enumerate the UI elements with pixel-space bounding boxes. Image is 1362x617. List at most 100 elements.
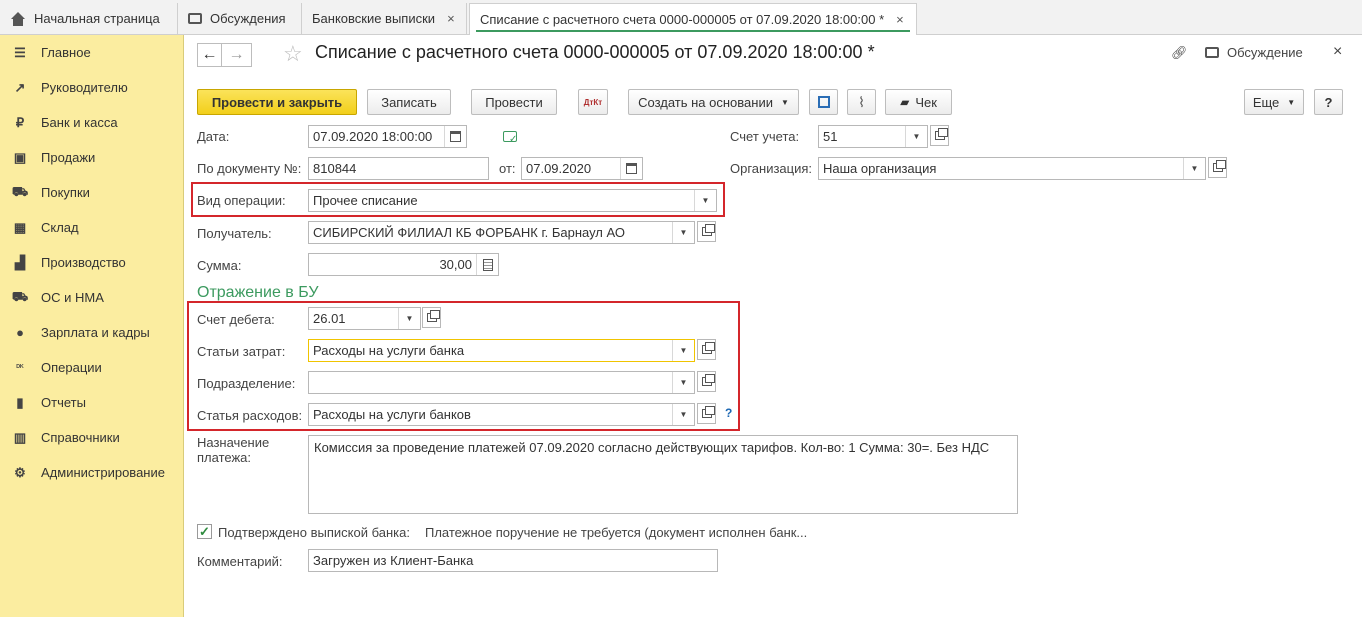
receipt-button[interactable]: ▰ Чек [885,89,952,115]
expense-item-field[interactable]: Расходы на услуги банков ▼ [308,403,695,426]
sum-field[interactable]: 30,00 [308,253,499,276]
document-form: ← → ☆ Списание с расчетного счета 0000-0… [185,35,1362,617]
open-cost-items-button[interactable] [697,339,716,360]
open-debit-account-button[interactable] [422,307,441,328]
dropdown-button[interactable]: ▼ [398,308,420,329]
doc-number-field[interactable]: 810844 [308,157,489,180]
comment-field[interactable]: Загружен из Клиент-Банка [308,549,718,572]
discussion-button[interactable]: Обсуждение [1205,45,1303,60]
debit-account-field[interactable]: 26.01 ▼ [308,307,421,330]
calculator-icon [482,258,493,271]
dt-kt-button[interactable]: ДтКт [578,89,608,115]
dropdown-button[interactable]: ▼ [694,190,716,211]
sidebar-item[interactable]: ᴰᴷ Операции [0,350,184,385]
from-date-field[interactable]: 07.09.2020 [521,157,643,180]
arrow-left-icon: ← [201,46,218,63]
account-label: Счет учета: [730,129,800,144]
attach-button[interactable]: ⌇ [847,89,876,115]
operation-type-field[interactable]: Прочее списание ▼ [308,189,717,212]
dropdown-button[interactable]: ▼ [672,222,694,243]
sidebar-item-label: Главное [41,45,91,60]
tab-write-off-document[interactable]: Списание с расчетного счета 0000-000005 … [469,3,917,35]
calendar-button[interactable] [444,126,466,147]
close-form-button[interactable]: × [1333,43,1342,61]
confirmed-note[interactable]: Платежное поручение не требуется (докуме… [425,525,807,540]
recipient-field[interactable]: СИБИРСКИЙ ФИЛИАЛ КБ ФОРБАНК г. Барнаул А… [308,221,695,244]
sidebar-item[interactable]: ▮ Отчеты [0,385,184,420]
tab-home[interactable]: Начальная страница [0,3,178,34]
date-field[interactable]: 07.09.2020 18:00:00 [308,125,467,148]
division-field[interactable]: ▼ [308,371,695,394]
open-account-button[interactable] [930,125,949,146]
tab-discussions[interactable]: Обсуждения [178,3,302,34]
confirmed-label: Подтверждено выпиской банка: [218,525,410,540]
tab-label: Банковские выписки [312,11,436,26]
cost-items-value: Расходы на услуги банка [313,343,465,358]
section-title: Отражение в БУ [197,284,319,301]
save-button[interactable]: Записать [367,89,451,115]
dropdown-button[interactable]: ▼ [672,372,694,393]
discussion-label: Обсуждение [1227,45,1303,60]
purpose-textarea[interactable]: Комиссия за проведение платежей 07.09.20… [308,435,1018,514]
link-icon[interactable]: 🔗︎ [1171,45,1188,61]
sidebar-item-label: Банк и касса [41,115,118,130]
close-icon[interactable]: × [447,11,455,26]
help-icon[interactable]: ? [725,406,732,420]
cost-items-field[interactable]: Расходы на услуги банка ▼ [308,339,695,362]
dropdown-button[interactable]: ▼ [672,404,694,425]
debit-account-label: Счет дебета: [197,312,275,327]
more-button[interactable]: Еще ▼ [1244,89,1304,115]
sidebar-item[interactable]: ● Зарплата и кадры [0,315,184,350]
favorite-star-icon[interactable]: ☆ [283,41,303,67]
gear-icon: ⚙ [14,464,26,480]
open-icon [701,342,715,354]
help-button[interactable]: ? [1314,89,1343,115]
calendar-icon [450,131,461,142]
structure-button[interactable] [809,89,838,115]
calculator-button[interactable] [476,254,498,275]
sidebar-item[interactable]: ₽ Банк и касса [0,105,184,140]
sidebar-item[interactable]: ▦ Склад [0,210,184,245]
open-icon [1212,160,1226,172]
dropdown-button[interactable]: ▼ [672,340,694,361]
open-expense-item-button[interactable] [697,403,716,424]
sidebar-item[interactable]: ⛟ Покупки [0,175,184,210]
account-field[interactable]: 51 ▼ [818,125,928,148]
sidebar: ☰ Главное ↗ Руководителю ₽ Банк и касса ▣ Прода… [0,35,184,617]
division-label: Подразделение: [197,376,296,391]
sidebar-item[interactable]: ☰ Главное [0,35,184,70]
forward-button[interactable]: → [222,43,252,67]
create-based-on-button[interactable]: Создать на основании ▼ [628,89,799,115]
open-recipient-button[interactable] [697,221,716,242]
open-organization-button[interactable] [1208,157,1227,178]
close-icon[interactable]: × [896,12,904,27]
open-icon [701,224,715,236]
debit-account-value: 26.01 [313,311,346,326]
account-value: 51 [823,129,838,144]
organization-field[interactable]: Наша организация ▼ [818,157,1206,180]
ruble-icon: ₽ [15,114,25,130]
tab-bank-statements[interactable]: Банковские выписки × [302,3,467,34]
person-icon: ● [16,325,24,340]
sidebar-item[interactable]: ▟ Производство [0,245,184,280]
back-button[interactable]: ← [197,43,222,67]
sidebar-item[interactable]: ▣ Продажи [0,140,184,175]
bar-chart-icon: ▮ [16,394,24,410]
sidebar-item[interactable]: ▥ Справочники [0,420,184,455]
sidebar-item[interactable]: ⛟ ОС и НМА [0,280,184,315]
sidebar-item[interactable]: ⚙ Администрирование [0,455,184,490]
dropdown-button[interactable]: ▼ [905,126,927,147]
sidebar-item-label: Производство [41,255,126,270]
open-division-button[interactable] [697,371,716,392]
purpose-label-line2: платежа: [197,450,251,465]
dropdown-caret-icon: ▼ [780,97,789,107]
home-icon [10,11,26,26]
calendar-button[interactable] [620,158,642,179]
warehouse-icon: ▦ [13,219,27,235]
dropdown-button[interactable]: ▼ [1183,158,1205,179]
dropdown-caret-icon: ▼ [1287,97,1296,107]
sidebar-item[interactable]: ↗ Руководителю [0,70,184,105]
confirmed-checkbox[interactable]: ✓ [197,524,212,539]
post-button[interactable]: Провести [471,89,557,115]
post-and-close-button[interactable]: Провести и закрыть [197,89,357,115]
